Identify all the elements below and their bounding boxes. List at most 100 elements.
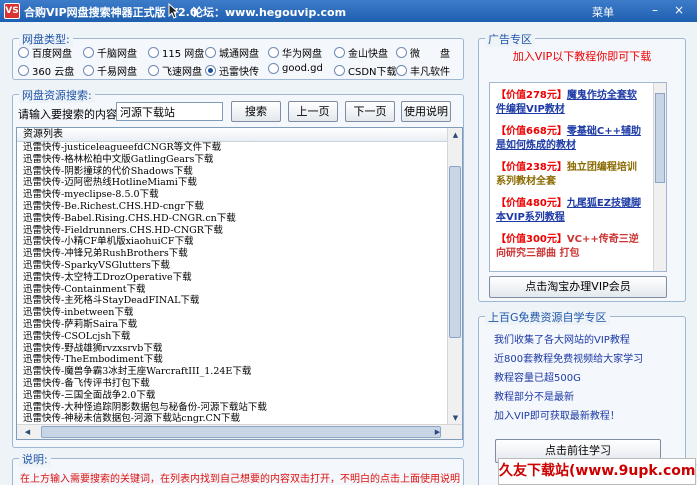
radio-button-icon[interactable] (148, 65, 159, 76)
results-horizontal-scroll-thumb[interactable] (41, 426, 441, 438)
ad-item[interactable]: 【价值480元】九尾狐EZ技键脚本VIP系列教程 (496, 197, 646, 225)
results-list[interactable]: 资源列表 迅雷快传-justiceleagueefdCNGR等文件下载 迅雷快传-… (16, 127, 463, 440)
radio-button-icon[interactable] (396, 47, 407, 58)
buy-vip-button[interactable]: 点击淘宝办理VIP会员 (489, 276, 667, 298)
result-row[interactable]: 迅雷快传-大种怪追踪阴影数据包与秘备份-河源下载站下载 (17, 402, 462, 414)
prev-page-button[interactable]: 上一页 (288, 101, 338, 122)
close-button[interactable]: × (672, 4, 686, 18)
disk-type-option[interactable]: 360 云盘 (18, 63, 74, 78)
disk-type-option-label: 华为网盘 (282, 49, 322, 60)
radio-button-icon[interactable] (268, 47, 279, 58)
results-rows: 迅雷快传-justiceleagueefdCNGR等文件下载 迅雷快传-格林松柏中… (17, 142, 462, 439)
ads-scroll-thumb[interactable] (655, 93, 665, 183)
disk-type-option[interactable]: 微 盘 (396, 45, 450, 60)
ad-price: 【价值300元】 (496, 234, 567, 245)
disk-type-option-label: 微 盘 (410, 49, 450, 60)
search-input[interactable] (116, 102, 223, 121)
disk-type-option[interactable]: 百度网盘 (18, 45, 72, 60)
app-logo-icon: VS (4, 3, 20, 19)
menu-button[interactable]: 菜单 (592, 4, 614, 20)
disk-type-option[interactable]: 飞速网盘 (148, 63, 202, 78)
result-row[interactable]: 迅雷快传-迈阿密热线HotlineMiami下载 (17, 177, 462, 189)
ad-price: 【价值238元】 (496, 162, 567, 173)
ads-label: 广告专区 (485, 31, 535, 47)
scroll-up-icon[interactable]: ▲ (449, 129, 462, 142)
result-row[interactable]: 迅雷快传-三国全面战争2.0下载 (17, 390, 462, 402)
radio-button-icon[interactable] (334, 65, 345, 76)
ads-scrollbar[interactable] (653, 83, 666, 271)
radio-button-icon[interactable] (268, 63, 279, 74)
disk-type-option-label: 千脑网盘 (97, 49, 137, 60)
result-row[interactable]: 迅雷快传-inbetween下载 (17, 307, 462, 319)
result-row[interactable]: 迅雷快传-Containment下载 (17, 284, 462, 296)
result-row[interactable]: 迅雷快传-小精CF单机版xiaohuiCF下载 (17, 236, 462, 248)
result-row[interactable]: 迅雷快传-主死格斗StayDeadFINAL下载 (17, 295, 462, 307)
ad-item[interactable]: 【价值668元】零基础C++辅助是如何炼成的教材 (496, 125, 646, 153)
study-item: 加入VIP即可获取最新教程！ (494, 411, 620, 422)
result-row[interactable]: 迅雷快传-myeclipse-8.5.0下载 (17, 189, 462, 201)
scroll-right-icon[interactable]: ▶ (431, 426, 444, 439)
result-row[interactable]: 迅雷快传-Be.Richest.CHS.HD-cngr下载 (17, 201, 462, 213)
results-horizontal-scrollbar[interactable]: ◀ ▶ (17, 424, 462, 439)
minimize-button[interactable]: – (648, 4, 662, 18)
result-row[interactable]: 迅雷快传-萨莉斯Saira下载 (17, 319, 462, 331)
results-header: 资源列表 (17, 128, 462, 142)
radio-button-icon[interactable] (396, 65, 407, 76)
result-row[interactable]: 迅雷快传-justiceleagueefdCNGR等文件下载 (17, 142, 462, 154)
site-watermark: 久友下载站(www.9upk.com) (498, 458, 697, 485)
radio-button-icon[interactable] (18, 65, 29, 76)
disk-type-option-label: 金山快盘 (348, 49, 388, 60)
scroll-left-icon[interactable]: ◀ (21, 426, 34, 439)
results-vertical-scroll-thumb[interactable] (449, 166, 461, 338)
result-row[interactable]: 迅雷快传-冲锋兄弟RushBrothers下载 (17, 248, 462, 260)
study-label: 上百G免费资源自学专区 (485, 309, 610, 325)
radio-button-icon[interactable] (205, 47, 216, 58)
radio-button-icon[interactable] (205, 65, 216, 76)
disk-type-option[interactable]: 城通网盘 (205, 45, 259, 60)
disk-type-option[interactable]: 华为网盘 (268, 45, 322, 60)
ad-item[interactable]: 【价值238元】独立团编程培训系列教材全套 (496, 161, 646, 189)
disk-type-option-label: 百度网盘 (32, 49, 72, 60)
radio-button-icon[interactable] (83, 65, 94, 76)
result-row[interactable]: 迅雷快传-魔兽争霸3冰封王座WarcraftIII_1.24E下载 (17, 366, 462, 378)
ads-headline: 加入VIP以下教程你即可下载 (512, 50, 652, 63)
next-page-button[interactable]: 下一页 (345, 101, 395, 122)
result-row[interactable]: 迅雷快传-Fieldrunners.CHS.HD-CNGR下载 (17, 225, 462, 237)
disk-type-option[interactable]: 千易网盘 (83, 63, 137, 78)
study-item: 我们收集了各大网站的VIP教程 (494, 335, 630, 346)
ad-item[interactable]: 【价值300元】VC++传奇三逆向研究三部曲 打包 (496, 233, 646, 261)
search-button[interactable]: 搜索 (231, 101, 281, 122)
results-vertical-scrollbar[interactable]: ▲ ▼ (447, 128, 462, 426)
disk-type-option[interactable]: 千脑网盘 (83, 45, 137, 60)
result-row[interactable]: 迅雷快传-CSOLcjsh下载 (17, 331, 462, 343)
disk-type-option-label: 飞速网盘 (162, 67, 202, 78)
ad-price: 【价值278元】 (496, 90, 567, 101)
result-row[interactable]: 迅雷快传-备飞传评书打包下载 (17, 378, 462, 390)
result-row[interactable]: 迅雷快传-TheEmbodiment下载 (17, 354, 462, 366)
disk-type-option-label: 城通网盘 (219, 49, 259, 60)
disk-type-option[interactable]: 丰凡软件 (396, 63, 450, 78)
radio-button-icon[interactable] (334, 47, 345, 58)
radio-button-icon[interactable] (148, 47, 159, 58)
disk-type-option-label: good.gd (282, 63, 323, 74)
study-item: 近800套教程免费视频给大家学习 (494, 354, 644, 365)
radio-button-icon[interactable] (83, 47, 94, 58)
ad-item[interactable]: 【价值278元】魔鬼作坊全套软件编程VIP教材 (496, 89, 646, 117)
result-row[interactable]: 迅雷快传-野战雄狮rvzxsrvb下载 (17, 343, 462, 355)
result-row[interactable]: 迅雷快传-太空特工DrozOperative下载 (17, 272, 462, 284)
disk-type-option[interactable]: good.gd (268, 63, 323, 74)
result-row[interactable]: 迅雷快传-Babel.Rising.CHS.HD-CNGR.cn下载 (17, 213, 462, 225)
ad-price: 【价值668元】 (496, 126, 567, 137)
help-button[interactable]: 使用说明 (401, 101, 451, 122)
disk-type-option[interactable]: CSDN下载 (334, 63, 397, 78)
result-row[interactable]: 迅雷快传-格林松柏中文版GatlingGears下载 (17, 154, 462, 166)
ads-list: 【价值278元】魔鬼作坊全套软件编程VIP教材 【价值668元】零基础C++辅助是… (489, 82, 667, 272)
radio-button-icon[interactable] (18, 47, 29, 58)
disk-type-option-label: 丰凡软件 (410, 67, 450, 78)
disk-type-option[interactable]: 115 网盘 (148, 45, 204, 60)
result-row[interactable]: 迅雷快传-阴影撞球的代价Shadows下载 (17, 166, 462, 178)
result-row[interactable]: 迅雷快传-SparkyVSGlutters下载 (17, 260, 462, 272)
disk-type-option[interactable]: 迅雷快传 (205, 63, 259, 78)
forum-url[interactable]: 论坛：www.hegouvip.com (192, 4, 346, 20)
disk-type-option[interactable]: 金山快盘 (334, 45, 388, 60)
